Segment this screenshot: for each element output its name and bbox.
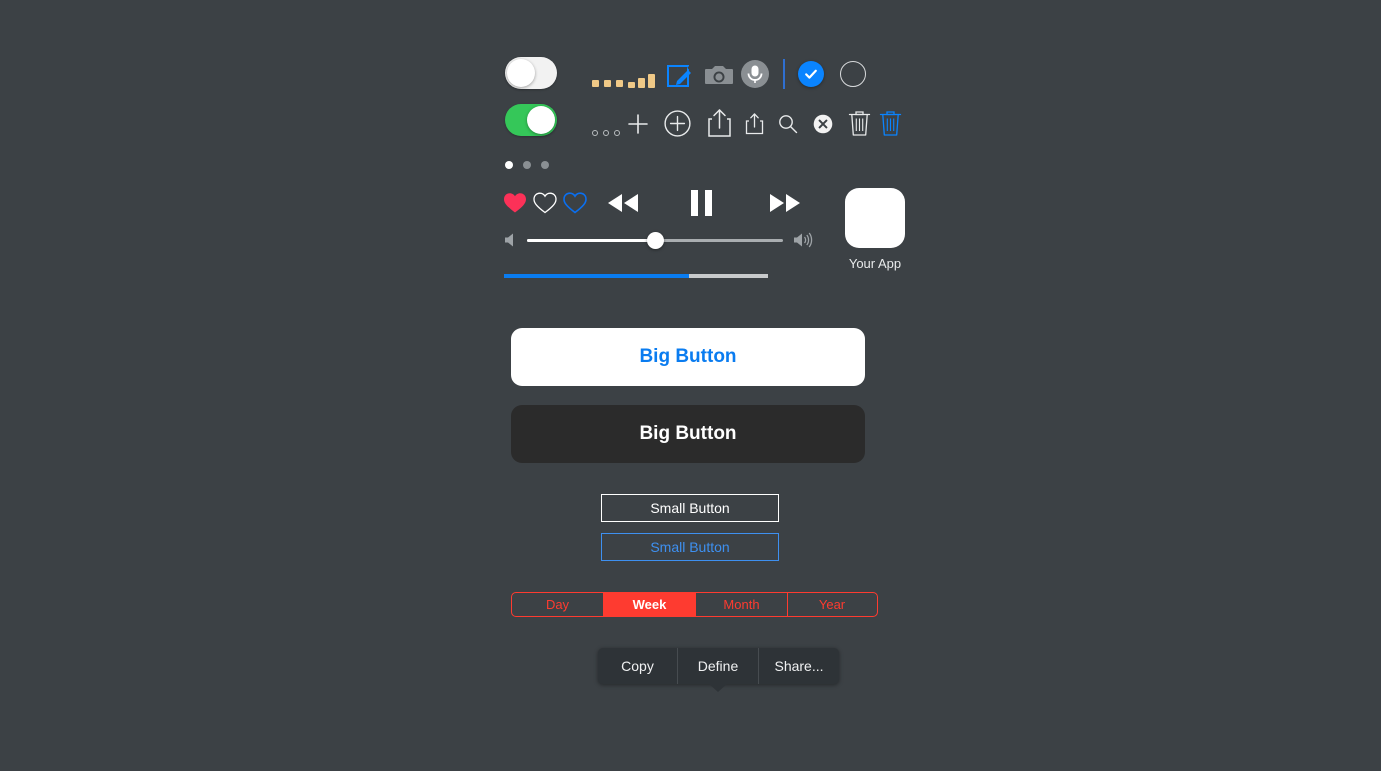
page-dot[interactable] bbox=[505, 161, 513, 169]
small-button-blue[interactable]: Small Button bbox=[601, 533, 779, 561]
share-icon[interactable] bbox=[707, 108, 732, 138]
microphone-icon[interactable] bbox=[741, 60, 769, 88]
context-menu-pointer bbox=[708, 683, 728, 692]
small-button-white[interactable]: Small Button bbox=[601, 494, 779, 522]
fast-forward-button[interactable] bbox=[766, 192, 804, 214]
period-segmented-control[interactable]: Day Week Month Year bbox=[511, 592, 878, 617]
divider-line bbox=[783, 59, 785, 89]
context-menu-item-copy[interactable]: Copy bbox=[598, 648, 678, 684]
toggle-off[interactable] bbox=[505, 57, 557, 89]
trash-icon[interactable] bbox=[848, 109, 871, 137]
rewind-button[interactable] bbox=[604, 192, 642, 214]
progress-bar[interactable] bbox=[504, 274, 768, 278]
heart-filled-icon[interactable] bbox=[503, 192, 527, 214]
close-circle-icon[interactable] bbox=[813, 114, 833, 134]
progress-fill bbox=[504, 274, 689, 278]
toggle-knob bbox=[507, 59, 535, 87]
volume-high-icon bbox=[793, 232, 813, 248]
volume-fill bbox=[527, 238, 655, 242]
big-button-dark[interactable]: Big Button bbox=[511, 405, 865, 463]
share-small-icon[interactable] bbox=[745, 112, 764, 135]
app-tile[interactable]: Your App bbox=[845, 188, 905, 271]
checkmark-circle-icon[interactable] bbox=[798, 61, 824, 87]
app-icon[interactable] bbox=[845, 188, 905, 248]
volume-low-icon bbox=[503, 232, 517, 248]
volume-slider[interactable] bbox=[503, 231, 813, 249]
volume-thumb[interactable] bbox=[646, 231, 664, 249]
plus-circle-icon[interactable] bbox=[664, 110, 691, 137]
trash-blue-icon[interactable] bbox=[879, 109, 902, 137]
page-indicator[interactable] bbox=[505, 161, 549, 169]
empty-circle-icon[interactable] bbox=[840, 61, 866, 87]
segment-month[interactable]: Month bbox=[696, 593, 788, 616]
segment-year[interactable]: Year bbox=[788, 593, 876, 616]
plus-icon[interactable] bbox=[626, 112, 650, 136]
heart-outline-blue-icon[interactable] bbox=[563, 192, 587, 214]
compose-icon[interactable] bbox=[666, 62, 694, 90]
more-dots-small-icon[interactable] bbox=[592, 130, 620, 136]
context-menu-item-define[interactable]: Define bbox=[678, 648, 759, 684]
toggle-knob bbox=[527, 106, 555, 134]
page-dot[interactable] bbox=[541, 161, 549, 169]
segment-week[interactable]: Week bbox=[604, 593, 696, 616]
toggle-on[interactable] bbox=[505, 104, 557, 136]
app-canvas: Your App Big Button Big Button Small But… bbox=[0, 0, 1381, 771]
text-context-menu[interactable]: Copy Define Share... bbox=[598, 648, 839, 684]
context-menu-item-share[interactable]: Share... bbox=[759, 648, 839, 684]
more-dots-icon[interactable] bbox=[592, 80, 623, 87]
heart-outline-icon[interactable] bbox=[533, 192, 557, 214]
volume-track[interactable] bbox=[527, 231, 783, 249]
camera-icon[interactable] bbox=[704, 63, 734, 87]
signal-bars-icon bbox=[628, 74, 655, 88]
big-button-light[interactable]: Big Button bbox=[511, 328, 865, 386]
page-dot[interactable] bbox=[523, 161, 531, 169]
app-icon-label: Your App bbox=[848, 256, 902, 271]
search-icon[interactable] bbox=[778, 114, 798, 134]
segment-day[interactable]: Day bbox=[512, 593, 604, 616]
pause-button[interactable] bbox=[691, 190, 712, 216]
